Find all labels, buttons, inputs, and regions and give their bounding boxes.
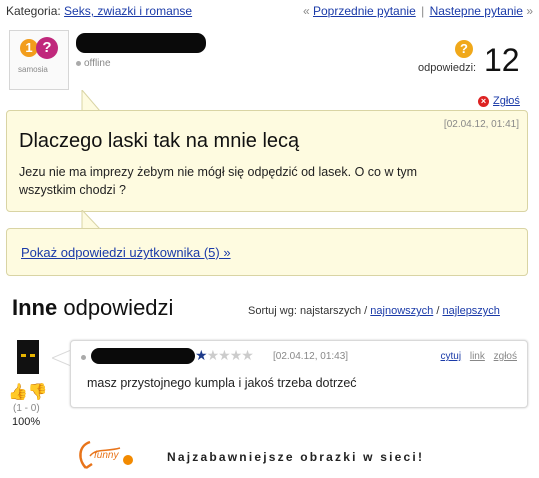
report-icon: × <box>478 95 489 107</box>
report-link[interactable]: Zgłoś <box>493 95 520 107</box>
sort-newest-link[interactable]: najnowszych <box>370 305 433 317</box>
other-answers-heading: Inne odpowiedzi <box>12 295 173 321</box>
footer-tagline: Najzabawniejsze obrazki w sieci! <box>167 450 425 464</box>
answers-count-label: odpowiedzi: <box>418 62 477 74</box>
sort-options: Sortuj wg: najstarszych / najnowszych / … <box>248 305 500 317</box>
star-empty-icon[interactable]: ★ <box>218 347 231 363</box>
question-title: Dlaczego laski tak na mnie lecą <box>19 130 300 152</box>
sort-label: Sortuj wg: najstarszych / <box>248 305 368 317</box>
answers-icon: ? <box>455 40 473 58</box>
sort-best-link[interactable]: najlepszych <box>442 305 499 317</box>
quote-link[interactable]: cytuj <box>441 351 462 362</box>
user-answers-box: Pokaż odpowiedzi użytkownika (5) » <box>6 228 528 276</box>
answer-report-link[interactable]: zgłoś <box>494 351 517 362</box>
next-arrow: » <box>526 4 533 18</box>
speech-bubble-tail <box>81 90 102 112</box>
status-dot-icon <box>76 60 81 66</box>
vote-percent: 100% <box>12 416 41 428</box>
star-filled-icon[interactable]: ★ <box>195 347 208 363</box>
answerer-avatar[interactable] <box>17 340 39 374</box>
avatar-logo-text: samosia <box>18 65 48 74</box>
question-navigation: « Poprzednie pytanie | Nastepne pytanie … <box>303 4 533 18</box>
nav-separator: | <box>421 4 425 18</box>
star-empty-icon[interactable]: ★ <box>230 347 243 363</box>
thumbs-up-icon[interactable]: 👍 <box>8 384 28 401</box>
funny-logo-text: funny <box>94 450 119 461</box>
answers-count: 12 <box>484 42 520 78</box>
report-question[interactable]: × Zgłoś <box>478 95 520 107</box>
vote-counts: (1 - 0) <box>13 403 40 414</box>
status-text: offline <box>84 58 111 69</box>
logo-question-icon: ? <box>36 37 58 59</box>
vote-buttons: 👍👎 <box>8 382 48 402</box>
star-empty-icon[interactable]: ★ <box>207 347 220 363</box>
sort-separator: / <box>436 305 440 317</box>
question-box: [02.04.12, 01:41] Dlaczego laski tak na … <box>6 110 528 212</box>
question-body: Jezu nie ma imprezy żebym nie mógł się o… <box>19 165 418 197</box>
category-label: Kategoria: <box>6 4 61 18</box>
answerer-status-dot-icon <box>81 355 86 360</box>
asker-username-redacted <box>76 33 206 53</box>
answer-link[interactable]: link <box>470 351 485 362</box>
answerer-username-redacted <box>91 348 195 364</box>
previous-question-link[interactable]: Poprzednie pytanie <box>313 4 416 18</box>
user-answers-link[interactable]: Pokaż odpowiedzi użytkownika (5) » <box>21 245 231 260</box>
answer-text: masz przystojnego kumpla i jakoś trzeba … <box>87 376 357 390</box>
thumbs-down-icon[interactable]: 👎 <box>28 384 48 401</box>
question-date: [02.04.12, 01:41] <box>443 119 519 130</box>
heading-rest: odpowiedzi <box>57 295 174 320</box>
next-question-link[interactable]: Nastepne pytanie <box>430 4 523 18</box>
star-empty-icon[interactable]: ★ <box>241 347 254 363</box>
answer-rating: ★★★★★ <box>195 347 254 364</box>
asker-avatar[interactable]: 1 ? samosia <box>9 30 69 90</box>
answer-box: ★★★★★ [02.04.12, 01:43] cytuj link zgłoś… <box>70 340 528 408</box>
prev-arrow: « <box>302 4 310 18</box>
speech-bubble-tail-2 <box>81 210 102 230</box>
answer-date: [02.04.12, 01:43] <box>273 351 349 362</box>
avatar-eye-left <box>21 354 26 357</box>
category-link[interactable]: Seks, zwiazki i romanse <box>64 4 192 18</box>
avatar-eye-right <box>30 354 35 357</box>
asker-status: offline <box>76 58 111 69</box>
top-bar: Kategoria: Seks, zwiazki i romanse « Pop… <box>6 4 533 22</box>
heading-bold: Inne <box>12 295 58 320</box>
answer-bubble-tail <box>52 350 72 367</box>
answer-actions: cytuj link zgłoś <box>441 351 518 362</box>
